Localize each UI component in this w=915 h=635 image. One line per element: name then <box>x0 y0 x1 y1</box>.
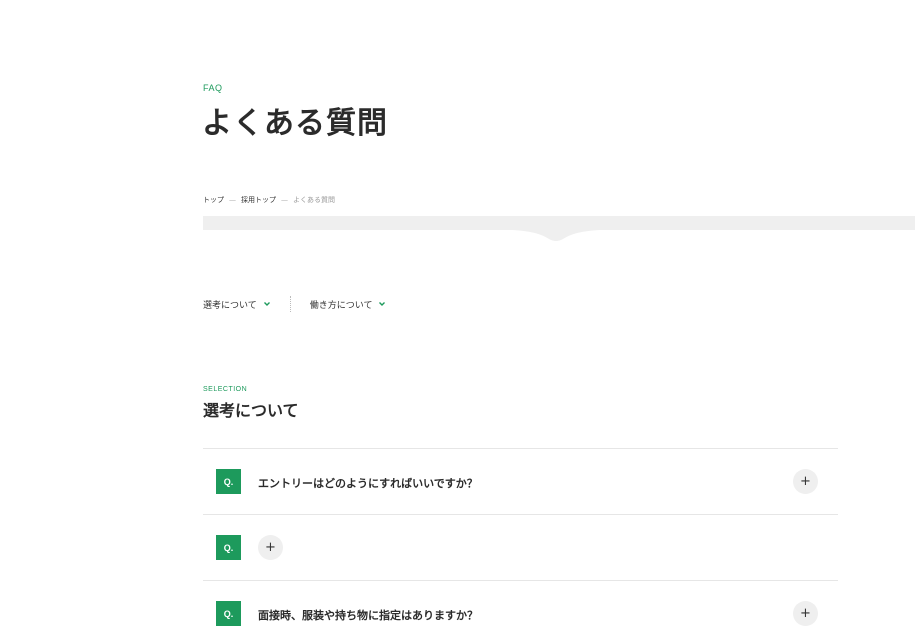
anchor-nav: 選考について 働き方について <box>203 296 386 312</box>
question-badge: Q. <box>216 535 241 560</box>
plus-icon[interactable]: + <box>793 601 818 626</box>
breadcrumb-separator: — <box>229 196 236 204</box>
page-eyebrow: FAQ <box>203 83 223 93</box>
breadcrumb: トップ — 採用トップ — よくある質問 <box>203 195 335 205</box>
breadcrumb-current: よくある質問 <box>293 196 335 204</box>
faq-item[interactable]: Q. エントリーはどのようにすればいいですか？ + <box>203 448 838 514</box>
plus-icon[interactable]: + <box>793 469 818 494</box>
anchor-divider <box>289 296 291 312</box>
anchor-selection[interactable]: 選考について <box>203 298 271 311</box>
faq-page: FAQ よくある質問 トップ — 採用トップ — よくある質問 選考について 働… <box>0 0 915 635</box>
question-badge: Q. <box>216 601 241 626</box>
chevron-down-icon <box>263 302 270 306</box>
anchor-selection-label: 選考について <box>203 300 257 311</box>
chevron-down-icon <box>379 302 386 306</box>
breadcrumb-recruit-top[interactable]: 採用トップ <box>241 195 276 205</box>
section-eyebrow: SELECTION <box>203 386 248 393</box>
breadcrumb-separator: — <box>281 196 288 204</box>
breadcrumb-top[interactable]: トップ <box>203 195 224 205</box>
page-title: よくある質問 <box>202 106 388 141</box>
decorative-band <box>203 216 915 241</box>
question-badge: Q. <box>216 469 241 494</box>
plus-icon[interactable]: + <box>258 535 283 560</box>
question-text: 面接時、服装や持ち物に指定はありますか？ <box>258 609 478 622</box>
question-text: エントリーはどのようにすればいいですか？ <box>258 477 478 490</box>
anchor-workstyle-label: 働き方について <box>309 300 373 311</box>
anchor-workstyle[interactable]: 働き方について <box>310 298 387 311</box>
faq-list: Q. エントリーはどのようにすればいいですか？ + Q. + Q. 面接時、服装… <box>203 448 838 635</box>
faq-item[interactable]: Q. + <box>203 514 838 580</box>
faq-item[interactable]: Q. 面接時、服装や持ち物に指定はありますか？ + <box>203 580 838 635</box>
section-title: 選考について <box>203 401 299 420</box>
